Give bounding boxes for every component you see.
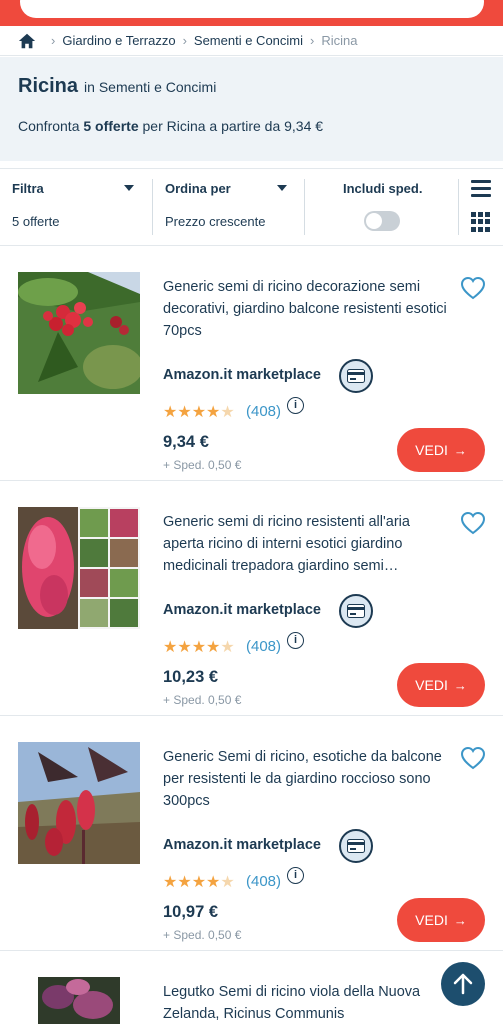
vedi-label: VEDI: [415, 677, 448, 693]
heart-icon[interactable]: [460, 511, 486, 535]
heart-icon[interactable]: [460, 276, 486, 300]
review-count[interactable]: (408): [246, 873, 281, 890]
filter-value: 5 offerte: [12, 214, 60, 229]
vedi-label: VEDI: [415, 442, 448, 458]
chevron-right-icon: ›: [310, 33, 315, 48]
product-title[interactable]: Generic Semi di ricino, esotiche da balc…: [163, 746, 453, 812]
product-image[interactable]: [18, 742, 140, 864]
info-icon[interactable]: i: [287, 397, 304, 414]
vedi-label: VEDI: [415, 912, 448, 928]
breadcrumb-current: Ricina: [321, 33, 358, 48]
grid-view-icon[interactable]: [471, 212, 491, 232]
breadcrumb: › Giardino e Terrazzo › Sementi e Concim…: [0, 26, 503, 56]
sort-dropdown[interactable]: Ordina per Prezzo crescente: [165, 169, 295, 245]
caret-down-icon: [124, 185, 134, 191]
arrow-right-icon: →: [453, 677, 467, 693]
product-price: 10,97 €: [163, 903, 219, 921]
top-bar: [0, 0, 503, 26]
credit-card-icon: [339, 829, 373, 863]
shipping-cost: + Sped. 0,50 €: [163, 693, 242, 707]
shipping-toggle[interactable]: [364, 211, 400, 231]
arrow-right-icon: →: [453, 912, 467, 928]
product-image[interactable]: [38, 977, 120, 1024]
scroll-to-top-button[interactable]: [441, 962, 485, 1006]
filter-bar: Filtra 5 offerte Ordina per Prezzo cresc…: [0, 168, 503, 246]
credit-card-icon: [339, 594, 373, 628]
divider: [458, 179, 459, 235]
review-count[interactable]: (408): [246, 638, 281, 655]
product-card[interactable]: Generic semi di ricino decorazione semi …: [0, 246, 503, 481]
chevron-right-icon: ›: [51, 33, 56, 48]
star-rating: ★★★★★: [163, 874, 235, 891]
compare-suffix: per Ricina a partire da 9,34 €: [138, 118, 324, 134]
home-icon[interactable]: [18, 32, 36, 50]
product-title[interactable]: Legutko Semi di ricino viola della Nuova…: [163, 981, 453, 1024]
arrow-right-icon: →: [453, 442, 467, 458]
product-image[interactable]: [18, 272, 140, 394]
breadcrumb-link-garden[interactable]: Giardino e Terrazzo: [62, 33, 175, 48]
filter-dropdown[interactable]: Filtra 5 offerte: [12, 169, 142, 245]
star-rating: ★★★★★: [163, 639, 235, 656]
vedi-button[interactable]: VEDI →: [397, 898, 485, 942]
seller-name: Amazon.it marketplace: [163, 837, 321, 853]
offer-count: 5 offerte: [83, 118, 139, 134]
search-bar[interactable]: [20, 0, 484, 18]
sort-label: Ordina per: [165, 181, 231, 196]
vedi-button[interactable]: VEDI →: [397, 428, 485, 472]
caret-down-icon: [277, 185, 287, 191]
list-view-icon[interactable]: [471, 180, 491, 198]
product-price: 10,23 €: [163, 668, 219, 686]
vedi-button[interactable]: VEDI →: [397, 663, 485, 707]
product-image[interactable]: [18, 507, 140, 629]
seller-name: Amazon.it marketplace: [163, 367, 321, 383]
product-title[interactable]: Generic semi di ricino decorazione semi …: [163, 276, 453, 342]
filter-label: Filtra: [12, 181, 44, 196]
shipping-cost: + Sped. 0,50 €: [163, 928, 242, 942]
sort-value: Prezzo crescente: [165, 214, 266, 229]
page-title: Ricina: [18, 75, 79, 97]
shipping-label: Includi sped.: [343, 181, 423, 196]
product-card[interactable]: Generic semi di ricino resistenti all'ar…: [0, 481, 503, 716]
seller-name: Amazon.it marketplace: [163, 602, 321, 618]
shipping-cost: + Sped. 0,50 €: [163, 458, 242, 472]
category-subtitle: in Sementi e Concimi: [84, 79, 217, 95]
divider: [304, 179, 305, 235]
page-header: Ricina in Sementi e Concimi Confronta 5 …: [0, 57, 503, 161]
credit-card-icon: [339, 359, 373, 393]
compare-summary: Confronta 5 offerte per Ricina a partire…: [18, 118, 485, 134]
product-price: 9,34 €: [163, 433, 209, 451]
divider: [152, 179, 153, 235]
star-rating: ★★★★★: [163, 404, 235, 421]
compare-prefix: Confronta: [18, 118, 84, 134]
heart-icon[interactable]: [460, 746, 486, 770]
info-icon[interactable]: i: [287, 867, 304, 884]
product-title[interactable]: Generic semi di ricino resistenti all'ar…: [163, 511, 453, 577]
arrow-up-icon: [453, 973, 473, 995]
review-count[interactable]: (408): [246, 403, 281, 420]
toggle-knob: [366, 213, 382, 229]
product-card[interactable]: Generic Semi di ricino, esotiche da balc…: [0, 716, 503, 951]
breadcrumb-link-seeds[interactable]: Sementi e Concimi: [194, 33, 303, 48]
product-card[interactable]: Legutko Semi di ricino viola della Nuova…: [0, 951, 503, 1024]
info-icon[interactable]: i: [287, 632, 304, 649]
shipping-filter: Includi sped.: [343, 169, 433, 245]
chevron-right-icon: ›: [182, 33, 187, 48]
